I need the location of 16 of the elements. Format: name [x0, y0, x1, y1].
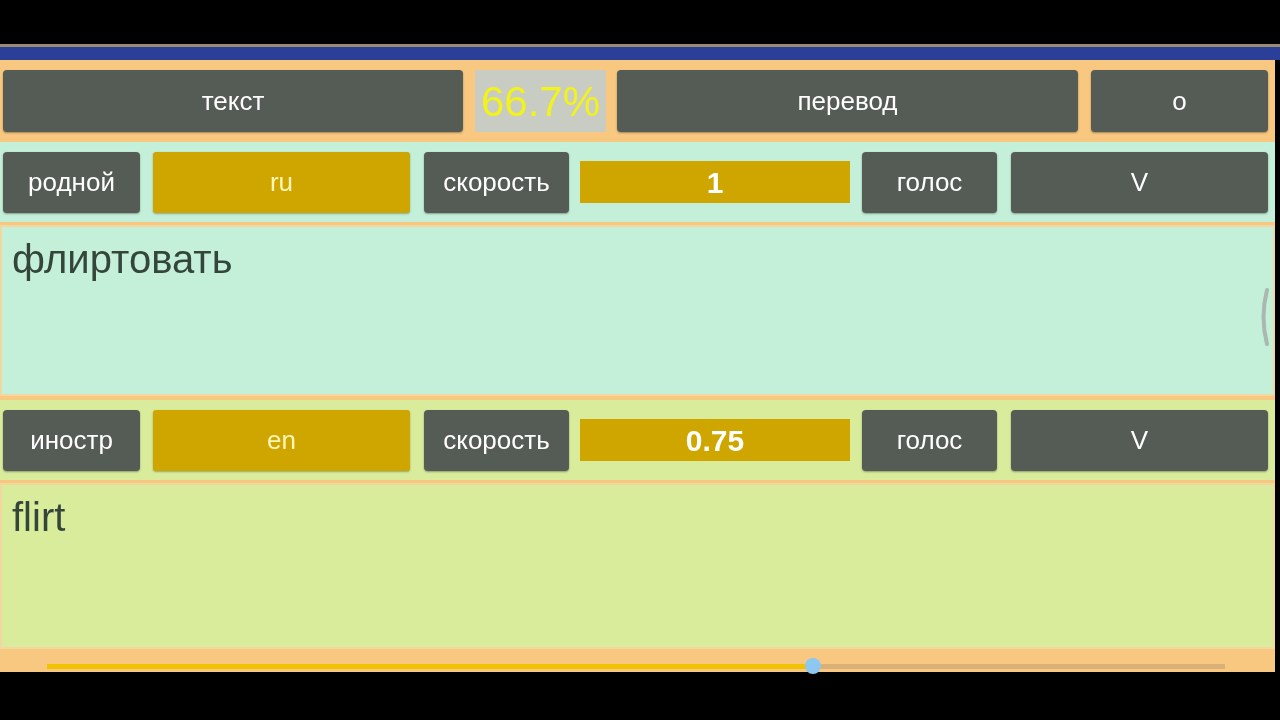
scroll-handle-icon	[1259, 287, 1269, 347]
text-field[interactable]: flirt	[0, 483, 1275, 649]
speed-label-button[interactable]: скорость	[424, 151, 569, 213]
slider-thumb[interactable]	[804, 658, 821, 674]
speed-label-button[interactable]: скорость	[424, 409, 569, 471]
progress-percent: 66.7%	[475, 70, 606, 132]
voice-button[interactable]: V	[1011, 151, 1268, 213]
role-button[interactable]: иностр	[3, 409, 140, 471]
translate-button[interactable]: перевод	[617, 70, 1078, 132]
about-button[interactable]: о	[1091, 70, 1268, 132]
voice-button[interactable]: V	[1011, 409, 1268, 471]
text-field[interactable]: флиртовать	[0, 225, 1275, 396]
voice-label-button[interactable]: голос	[862, 151, 997, 213]
text-button[interactable]: текст	[3, 70, 463, 132]
role-button[interactable]: родной	[3, 151, 140, 213]
voice-label-button[interactable]: голос	[862, 409, 997, 471]
